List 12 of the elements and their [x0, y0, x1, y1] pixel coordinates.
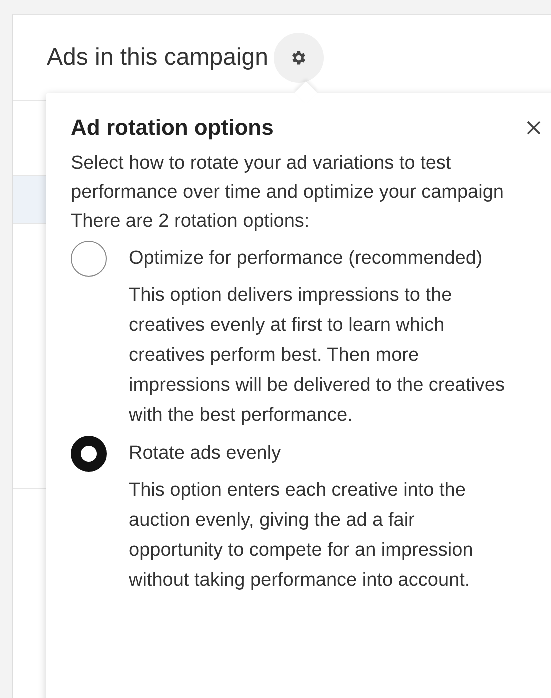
option-description: This option delivers impressions to the creatives evenly at first to learn which creatives perform best. Then more impressions will be delivered to the creatives with the best performance. [129, 284, 506, 428]
radio-button[interactable] [71, 436, 107, 472]
popover-description: Select how to rotate your ad variations to test performance over time and optimize your campaign There are 2 rotation options: [71, 152, 505, 234]
popover-title: Ad rotation options [71, 115, 274, 141]
close-icon [527, 121, 541, 135]
option-description: This option enters each creative into the auction evenly, giving the ad a fair opportunity to compete for an impression without taking performance into account. [129, 479, 474, 593]
section-title: Ads in this campaign [47, 44, 268, 72]
option-label[interactable]: Rotate ads evenly [129, 439, 514, 468]
radio-button[interactable] [71, 241, 107, 277]
option-label[interactable]: Optimize for performance (recommended) [129, 244, 514, 273]
settings-icon [290, 48, 308, 66]
close-button[interactable] [527, 121, 541, 135]
